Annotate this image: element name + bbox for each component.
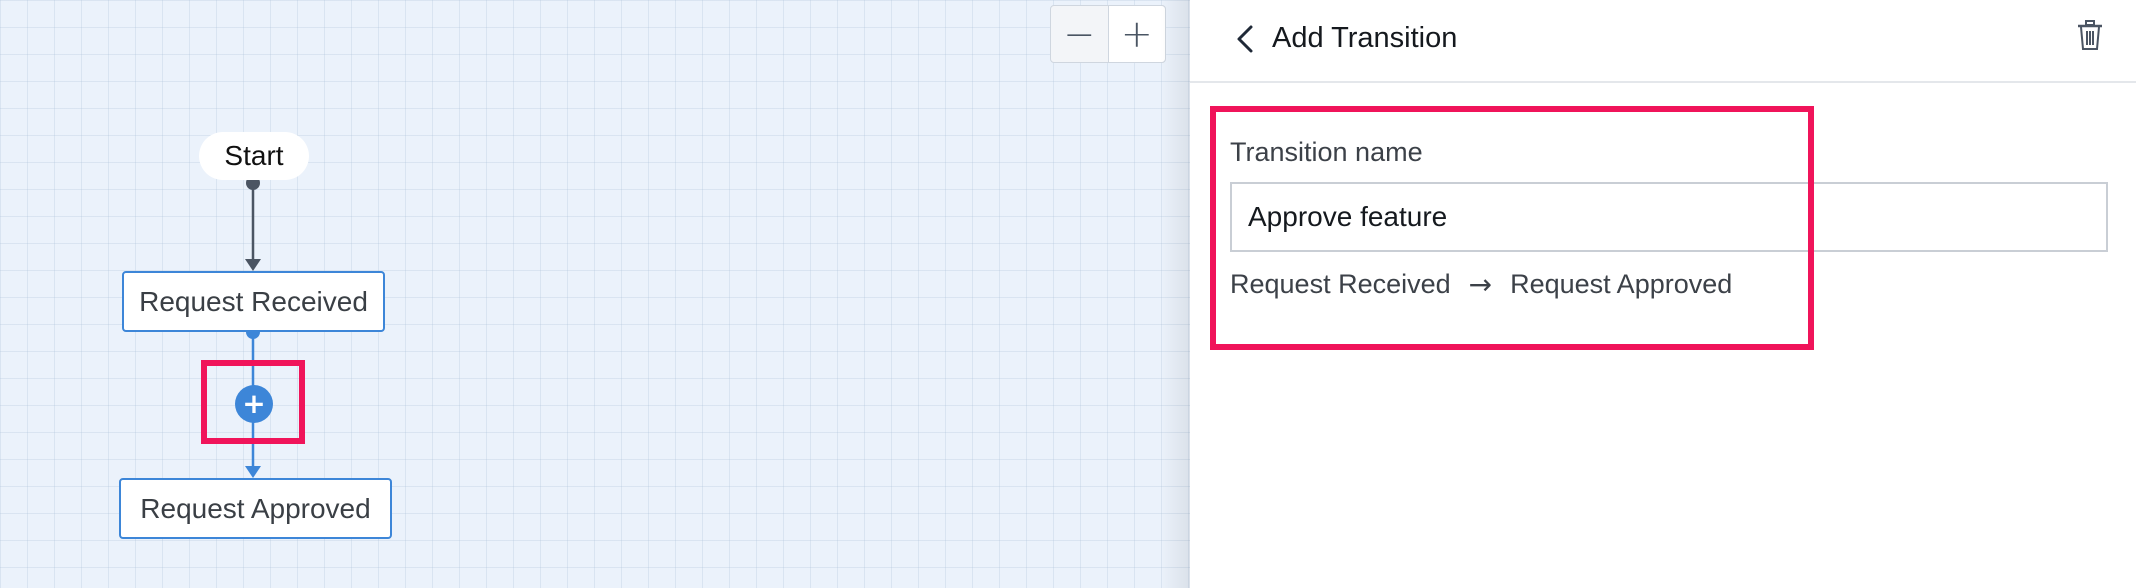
transition-path: Request Received → Request Approved: [1230, 268, 1732, 301]
transition-to-state: Request Approved: [1510, 269, 1733, 299]
add-transition-button[interactable]: +: [235, 385, 273, 423]
workflow-canvas[interactable]: Start Request Received + Request Approve…: [0, 0, 1190, 588]
start-connector-arrowhead: [245, 259, 261, 271]
zoom-control: − +: [1050, 5, 1166, 63]
transition-name-input[interactable]: [1230, 182, 2108, 252]
panel-header: Add Transition: [1190, 0, 2136, 83]
trash-icon[interactable]: [2075, 18, 2105, 52]
state-node-request-approved[interactable]: Request Approved: [119, 478, 392, 539]
transition-name-label: Transition name: [1230, 137, 1423, 167]
chevron-left-icon[interactable]: [1230, 22, 1260, 56]
arrow-right-icon: →: [1468, 268, 1493, 301]
zoom-in-button[interactable]: +: [1107, 6, 1165, 62]
zoom-out-button[interactable]: −: [1051, 6, 1108, 62]
start-node[interactable]: Start: [199, 132, 309, 180]
add-transition-panel: Add Transition Transition name Request R…: [1190, 0, 2136, 588]
panel-title: Add Transition: [1272, 22, 1458, 54]
state-node-request-received[interactable]: Request Received: [122, 271, 385, 332]
transition-from-state: Request Received: [1230, 269, 1451, 299]
transition-connector-arrowhead: [245, 466, 261, 478]
